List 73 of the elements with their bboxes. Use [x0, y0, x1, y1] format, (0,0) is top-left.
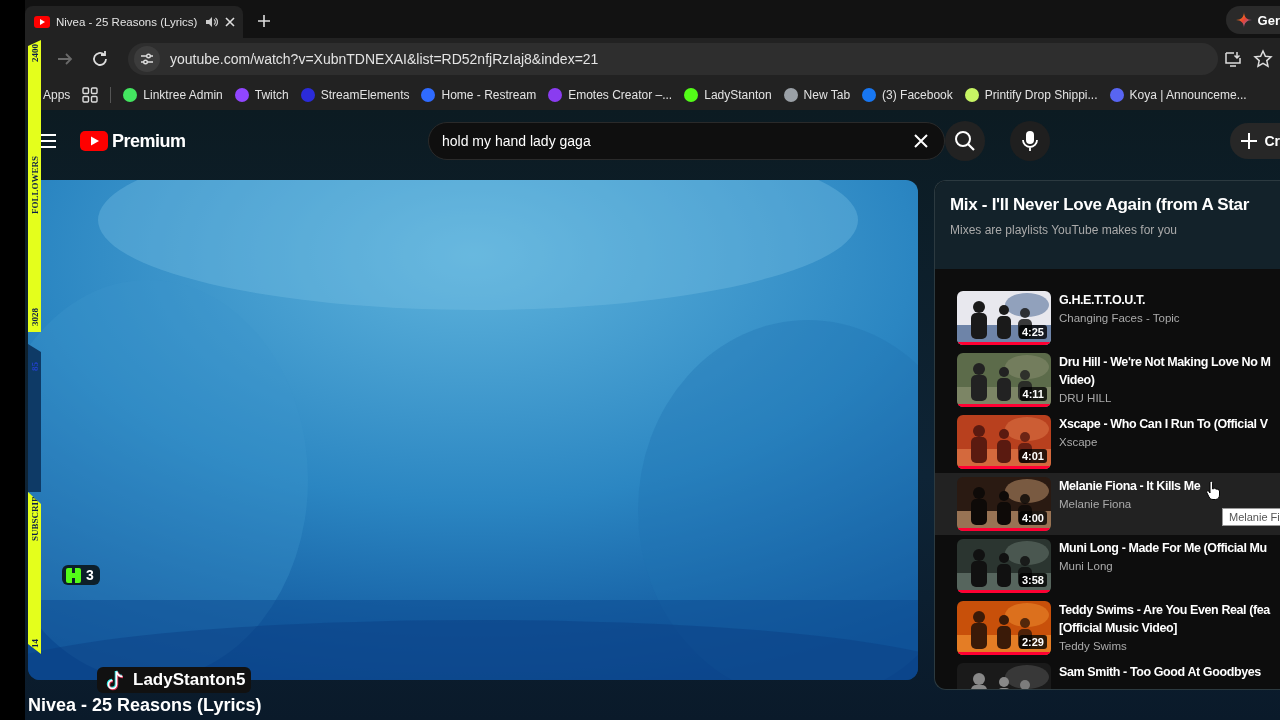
- goal-number: 14: [28, 639, 41, 648]
- plus-icon[interactable]: [257, 14, 271, 28]
- goal-number: 3028: [28, 308, 41, 326]
- create-button[interactable]: Cr: [1230, 123, 1280, 159]
- bookmark[interactable]: (3) Facebook: [882, 88, 953, 102]
- duration-badge: 3:58: [1018, 573, 1047, 587]
- search-field[interactable]: hold my hand lady gaga: [428, 122, 945, 160]
- bookmark[interactable]: Emotes Creator –...: [568, 88, 673, 102]
- duration-badge: 4:11: [1019, 387, 1047, 401]
- item-title: Melanie Fiona - It Kills Me: [1059, 478, 1201, 495]
- item-title: Dru Hill - We're Not Making Love No M: [1059, 354, 1271, 371]
- item-title: Video): [1059, 372, 1096, 389]
- tune-icon[interactable]: [139, 51, 155, 67]
- clear-icon[interactable]: [914, 134, 928, 148]
- item-title: G.H.E.T.T.O.U.T.: [1059, 292, 1146, 309]
- goal-number: 85: [28, 362, 41, 371]
- item-title: Teddy Swims - Are You Even Real (fea: [1059, 602, 1270, 619]
- bookmark[interactable]: StreamElements: [320, 88, 410, 102]
- search-icon: [954, 130, 976, 152]
- channel-name: Muni Long: [1059, 559, 1114, 574]
- bookmark[interactable]: Koya | Announceme...: [1129, 88, 1247, 102]
- playlist-item[interactable]: 3:58 Muni Long - Made For Me (Official Mu Muni Long: [935, 535, 1280, 597]
- gemini-button[interactable]: Ger: [1225, 6, 1280, 34]
- menu-icon[interactable]: [40, 134, 56, 148]
- item-title: [Official Music Video]: [1059, 620, 1179, 637]
- mic-icon: [1022, 130, 1038, 152]
- bookmark[interactable]: Printify Drop Shippi...: [984, 88, 1098, 102]
- duration-badge: 4:01: [1018, 449, 1047, 463]
- channel-name: Melanie Fiona: [1059, 497, 1133, 512]
- channel-name: Xscape: [1059, 435, 1099, 450]
- channel-name: Changing Faces - Topic: [1059, 311, 1180, 326]
- goal-label: FOLLOWERS: [28, 156, 41, 214]
- playlist-title: Mix - I'll Never Love Again (from A Star: [950, 195, 1251, 215]
- item-title: Xscape - Who Can I Run To (Official V: [1059, 416, 1268, 433]
- bookmark[interactable]: Twitch: [254, 88, 289, 102]
- install-icon[interactable]: [1223, 49, 1243, 69]
- goal-label: SUBSCRIB: [28, 496, 41, 542]
- logo[interactable]: Premium: [80, 130, 186, 152]
- playlist-item[interactable]: 4:11 Dru Hill - We're Not Making Love No M Video) DRU HILL: [935, 349, 1280, 411]
- channel-name: Teddy Swims: [1059, 639, 1128, 654]
- bookmark[interactable]: Home - Restream: [441, 88, 537, 102]
- bookmark[interactable]: New Tab: [803, 88, 851, 102]
- address-bar[interactable]: youtube.com/watch?v=XubnTDNEXAI&list=RD52nfjRzIaj8&index=21: [128, 43, 1218, 75]
- bookmark[interactable]: LadyStanton: [704, 88, 772, 102]
- duration-badge: 4:00: [1018, 511, 1047, 525]
- item-title: Muni Long - Made For Me (Official Mu: [1059, 540, 1267, 557]
- search-input[interactable]: hold my hand lady gaga: [442, 133, 914, 149]
- video-logo-icon: [34, 16, 50, 28]
- bookmark[interactable]: Linktree Admin: [143, 88, 223, 102]
- plus-icon: [1240, 132, 1259, 150]
- playlist-item[interactable]: 4:01 Xscape - Who Can I Run To (Official V Xscape: [935, 411, 1280, 473]
- video-title: Nivea - 25 Reasons (Lyrics): [28, 694, 263, 716]
- speaker-icon[interactable]: [204, 15, 218, 29]
- hand-cursor-icon: [1206, 481, 1220, 501]
- channel-name: DRU HILL: [1059, 391, 1113, 406]
- playlist-item[interactable]: 4:25 G.H.E.T.T.O.U.T. Changing Faces - Topic: [935, 287, 1280, 349]
- apps-grid-icon[interactable]: [82, 87, 99, 103]
- duration-badge: 2:29: [1018, 635, 1047, 649]
- playlist-item[interactable]: Sam Smith - Too Good At Goodbyes: [935, 659, 1280, 689]
- viewer-badge: 3: [62, 565, 100, 585]
- star-icon[interactable]: [1253, 49, 1273, 69]
- mic-button[interactable]: [1010, 121, 1050, 161]
- duration-badge: 4:25: [1018, 325, 1047, 339]
- close-icon[interactable]: [224, 16, 236, 28]
- playlist-subtitle: Mixes are playlists YouTube makes for you: [950, 223, 1178, 237]
- tooltip: Melanie Fi: [1222, 508, 1280, 526]
- goal-number: 2400: [28, 44, 41, 62]
- search-button[interactable]: [945, 121, 985, 161]
- handle-badge: LadyStanton5: [97, 667, 252, 693]
- bookmark[interactable]: Apps: [43, 88, 71, 102]
- playlist-item[interactable]: 2:29 Teddy Swims - Are You Even Real (fea [Official Music Video] Teddy Swims: [935, 597, 1280, 659]
- browser-tab[interactable]: Nivea - 25 Reasons (Lyrics): [25, 6, 243, 38]
- item-title: Sam Smith - Too Good At Goodbyes: [1059, 664, 1261, 681]
